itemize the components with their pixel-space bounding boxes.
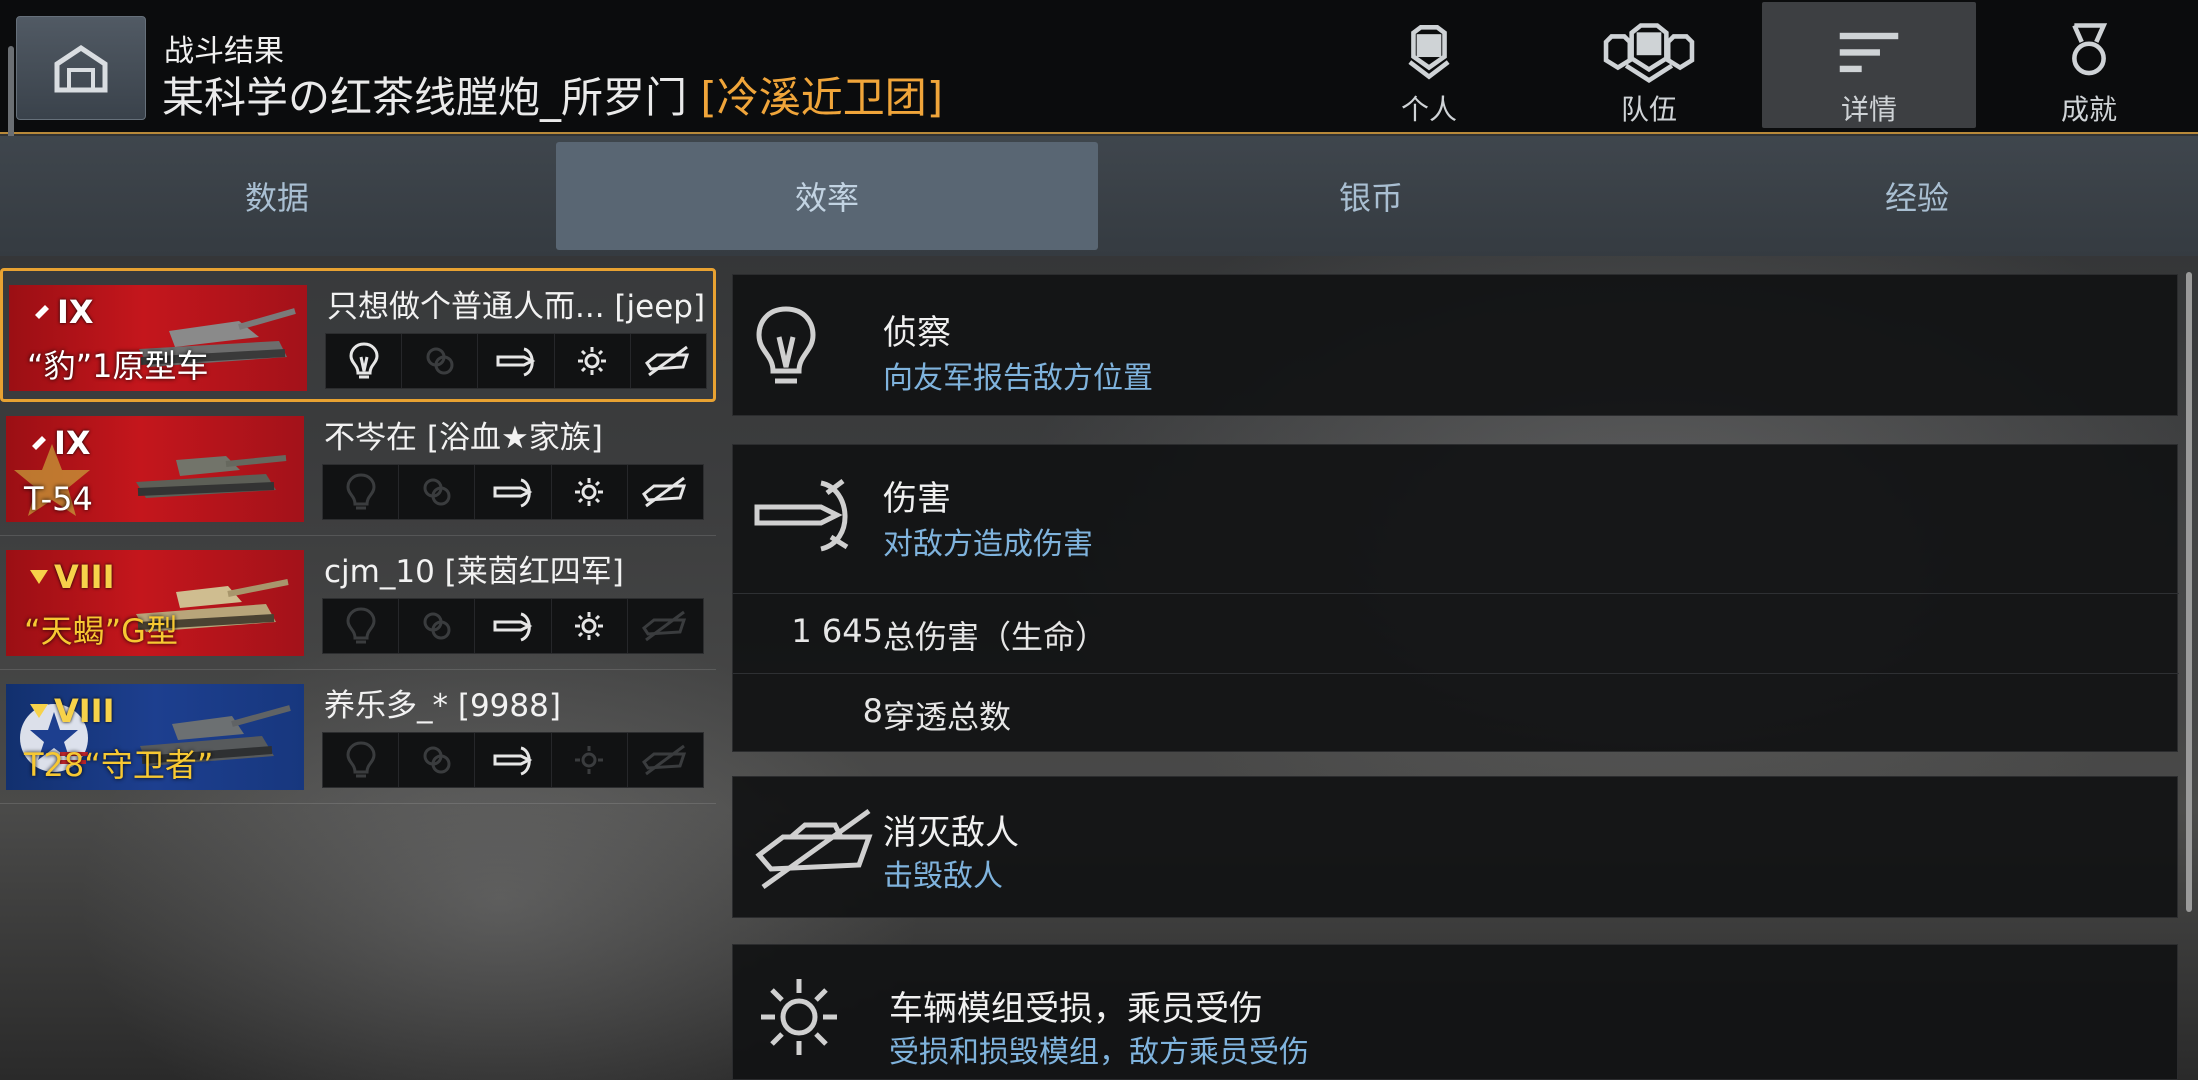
damage-subtitle: 对敌方造成伤害: [883, 527, 1093, 562]
tab-efficiency[interactable]: 效率: [556, 142, 1098, 250]
damage-icon: [478, 334, 555, 388]
vehicle-class-icon: [35, 305, 49, 319]
total-damage-value: 1 645: [791, 612, 883, 650]
vehicle-banner: IX T-54: [6, 416, 304, 522]
nav-details[interactable]: 详情: [1762, 2, 1976, 128]
vehicle-name: T-54: [24, 480, 93, 518]
spotting-icon: [323, 733, 400, 787]
module-icon: [552, 733, 628, 787]
destroyed-icon: [628, 733, 703, 787]
damage-icon: [475, 465, 552, 519]
nav-details-label: 详情: [1840, 93, 1897, 126]
destroyed-subtitle: 击毁敌人: [883, 859, 1003, 894]
player-row[interactable]: IX “豹”1原型车 只想做个普通人而... [jeep]: [0, 268, 716, 402]
vehicle-name: “豹”1原型车: [27, 347, 209, 385]
spotting-icon: [323, 465, 400, 519]
modules-card: 车辆模组受损，乘员受伤 受损和损毁模组，敌方乘员受伤: [732, 944, 2178, 1080]
player-row[interactable]: VIII T28“守卫者” 养乐多_* [9988]: [0, 670, 716, 804]
damage-title: 伤害: [883, 479, 951, 519]
destroyed-card: 消灭敌人 击毁敌人: [732, 776, 2178, 918]
efficiency-icon-strip: [322, 732, 704, 788]
vehicle-banner: VIII “天蝎”G型: [6, 550, 304, 656]
team-icon: [1603, 23, 1695, 84]
destroyed-title: 消灭敌人: [883, 813, 1019, 853]
nav-team-label: 队伍: [1620, 93, 1677, 126]
modules-subtitle: 受损和损毁模组，敌方乘员受伤: [889, 1035, 1309, 1070]
nav-achievements-label: 成就: [2060, 93, 2117, 126]
damage-icon: [475, 733, 552, 787]
assist-icon: [399, 733, 476, 787]
module-damage-icon: [761, 979, 837, 1055]
destroyed-icon: [755, 808, 873, 890]
tier-label: IX: [31, 293, 94, 331]
assist-icon: [399, 465, 476, 519]
tab-data[interactable]: 数据: [6, 142, 548, 250]
modules-title: 车辆模组受损，乘员受伤: [889, 989, 1263, 1029]
assist-icon: [402, 334, 479, 388]
total-damage-row: 1 645 总伤害（生命）: [733, 593, 2179, 673]
player-row[interactable]: IX T-54 不岑在 [浴血★家族]: [0, 402, 716, 536]
vehicle-banner: IX “豹”1原型车: [9, 285, 307, 391]
spotting-title: 侦察: [883, 313, 951, 353]
player-name: 只想做个普通人而... [jeep]: [327, 289, 706, 325]
tab-bar: 数据 效率 银币 经验: [0, 136, 2198, 256]
player-title: 某科学の红茶线膛炮_所罗门 [冷溪近卫团]: [162, 64, 943, 125]
player-name: cjm_10 [莱茵红四军]: [324, 554, 624, 590]
details-icon: [1839, 32, 1899, 73]
efficiency-icon-strip: [325, 333, 707, 389]
player-row[interactable]: VIII “天蝎”G型 cjm_10 [莱茵红四军]: [0, 536, 716, 670]
module-icon: [552, 465, 628, 519]
spotting-icon: [323, 599, 400, 653]
nav-team[interactable]: 队伍: [1542, 2, 1756, 128]
nav-personal-label: 个人: [1400, 93, 1457, 126]
vehicle-name: “天蝎”G型: [24, 612, 178, 650]
vehicle-class-icon: [32, 436, 46, 450]
destroyed-icon: [631, 334, 706, 388]
spotting-icon: [756, 306, 816, 384]
home-button[interactable]: [16, 16, 146, 120]
total-damage-label: 总伤害（生命）: [883, 618, 1108, 656]
spotting-subtitle: 向友军报告敌方位置: [883, 361, 1153, 396]
penetrations-row: 8 穿透总数: [733, 673, 2179, 753]
player-name: 不岑在 [浴血★家族]: [324, 420, 603, 456]
details-scrollbar[interactable]: [2186, 272, 2192, 912]
player-name: 某科学の红茶线膛炮_所罗门: [162, 73, 688, 122]
vehicle-banner: VIII T28“守卫者”: [6, 684, 304, 790]
personal-icon: [1408, 25, 1450, 80]
tab-credits[interactable]: 银币: [1100, 142, 1642, 250]
penetrations-label: 穿透总数: [883, 698, 1012, 736]
efficiency-icon-strip: [322, 464, 704, 520]
damage-card: 伤害 对敌方造成伤害 1 645 总伤害（生命） 8 穿透总数: [732, 444, 2179, 753]
player-name: 养乐多_* [9988]: [324, 688, 561, 724]
header-bar: 战斗结果 某科学の红茶线膛炮_所罗门 [冷溪近卫团] 个人 队伍 详情 成就: [0, 0, 2198, 186]
medal-icon: [2072, 23, 2108, 76]
vehicle-class-icon: [30, 704, 48, 718]
damage-icon: [754, 479, 849, 552]
module-icon: [555, 334, 631, 388]
garage-icon: [54, 44, 108, 93]
tank-image: [136, 455, 287, 498]
efficiency-icon-strip: [322, 598, 704, 654]
tier-label: VIII: [28, 692, 114, 730]
vehicle-class-icon: [30, 570, 48, 584]
spotting-icon: [326, 334, 403, 388]
tier-label: VIII: [28, 558, 114, 596]
assist-icon: [399, 599, 476, 653]
destroyed-icon: [628, 599, 703, 653]
damage-icon: [475, 599, 552, 653]
clan-tag: [冷溪近卫团]: [700, 73, 944, 122]
nav-personal[interactable]: 个人: [1322, 2, 1536, 128]
tab-experience[interactable]: 经验: [1646, 142, 2188, 250]
vehicle-name: T28“守卫者”: [24, 746, 214, 784]
module-icon: [552, 599, 628, 653]
spotting-card: 侦察 向友军报告敌方位置: [732, 274, 2178, 416]
nav-achievements[interactable]: 成就: [1982, 2, 2196, 128]
destroyed-icon: [628, 465, 703, 519]
player-list: IX “豹”1原型车 只想做个普通人而... [jeep] IX T-54 不岑…: [0, 268, 716, 804]
tier-label: IX: [28, 424, 91, 462]
penetrations-value: 8: [862, 692, 883, 730]
